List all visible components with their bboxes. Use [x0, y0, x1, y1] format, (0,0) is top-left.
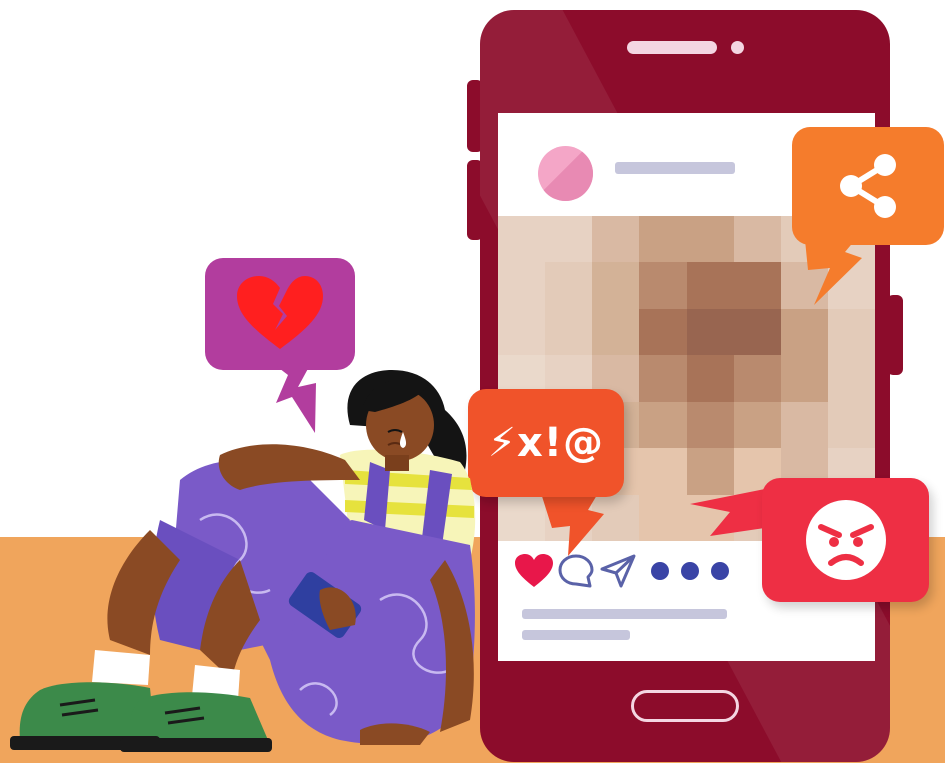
share-icon	[840, 154, 896, 218]
heart-bubble-tail	[275, 365, 316, 433]
photo-pixel	[498, 216, 546, 263]
photo-pixel	[545, 216, 593, 263]
caption-line-1	[522, 609, 727, 619]
photo-pixel	[639, 262, 687, 309]
phone-home-button[interactable]	[631, 690, 739, 722]
photo-pixel	[592, 308, 640, 356]
photo-pixel	[827, 355, 875, 402]
photo-pixel	[686, 355, 734, 402]
photo-pixel	[639, 448, 687, 495]
photo-pixel	[592, 262, 640, 309]
username-placeholder	[615, 162, 735, 174]
share-bubble-tail	[805, 240, 862, 305]
photo-pixel	[827, 308, 875, 356]
curse-bubble-tail	[540, 490, 604, 556]
photo-pixel	[686, 216, 734, 263]
angry-face-bubble	[762, 478, 929, 602]
photo-pixel	[639, 355, 687, 402]
more-icon[interactable]	[646, 551, 736, 591]
photo-pixel	[686, 401, 734, 449]
angry-face-icon	[805, 500, 886, 580]
photo-pixel	[639, 216, 687, 263]
photo-pixel	[592, 216, 640, 263]
photo-pixel	[639, 308, 687, 356]
share-bubble	[792, 127, 944, 245]
illustration-scene: ⚡x!@	[0, 0, 945, 763]
avatar[interactable]	[538, 146, 593, 201]
photo-pixel	[686, 262, 734, 309]
photo-pixel	[733, 262, 781, 309]
photo-pixel	[498, 262, 546, 309]
phone-speaker	[627, 41, 717, 54]
phone-camera	[731, 41, 744, 54]
broken-heart-bubble	[205, 258, 355, 370]
photo-pixel	[827, 401, 875, 449]
photo-pixel	[498, 308, 546, 356]
photo-pixel	[639, 494, 687, 541]
photo-pixel	[733, 355, 781, 402]
photo-pixel	[733, 216, 781, 263]
photo-pixel	[639, 401, 687, 449]
photo-pixel	[780, 401, 828, 449]
caption-line-2	[522, 630, 630, 640]
photo-pixel	[780, 308, 828, 356]
photo-pixel	[733, 308, 781, 356]
broken-heart-icon	[237, 276, 323, 349]
photo-pixel	[686, 308, 734, 356]
photo-pixel	[498, 494, 546, 541]
photo-pixel	[733, 401, 781, 449]
curse-bubble: ⚡x!@	[468, 389, 624, 497]
photo-pixel	[780, 355, 828, 402]
curse-symbols: ⚡x!@	[487, 420, 605, 466]
photo-pixel	[545, 262, 593, 309]
photo-pixel	[545, 308, 593, 356]
